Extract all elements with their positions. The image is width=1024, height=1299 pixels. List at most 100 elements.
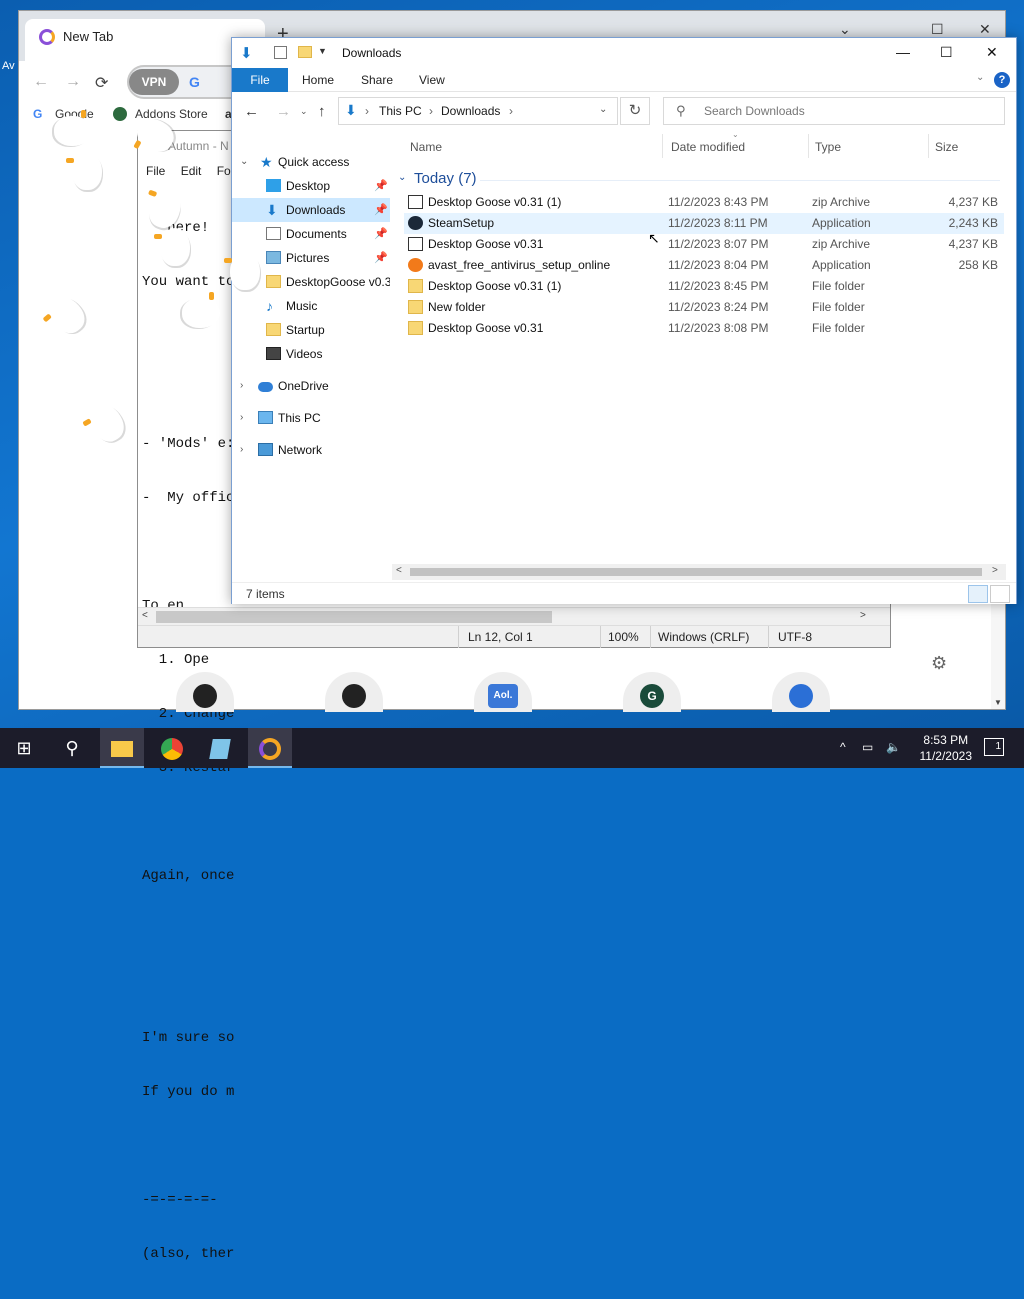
volume-muted-icon[interactable]: 🔈 (886, 740, 901, 754)
search-icon[interactable]: ⚲ (50, 728, 94, 768)
address-dropdown-icon[interactable]: ⌄ (599, 104, 607, 115)
nav-label: OneDrive (278, 379, 329, 393)
back-icon[interactable]: ← (244, 103, 259, 120)
forward-icon[interactable]: → (276, 103, 291, 120)
scroll-left-icon[interactable]: < (396, 565, 402, 576)
browser-tab[interactable]: New Tab (25, 19, 265, 61)
ribbon-tab-file[interactable]: File (232, 68, 288, 92)
collapsed-chevron-icon[interactable]: › (240, 374, 243, 398)
file-row[interactable]: avast_free_antivirus_setup_online 11/2/2… (404, 255, 1004, 276)
browser-taskbar-icon[interactable] (248, 728, 292, 768)
explorer-close-button[interactable]: ✕ (986, 44, 998, 61)
vpn-button[interactable]: VPN (129, 69, 179, 95)
breadcrumb-this-pc[interactable]: This PC (379, 104, 422, 118)
file-row[interactable]: Desktop Goose v0.31 11/2/2023 8:07 PM zi… (404, 234, 1004, 255)
collapsed-chevron-icon[interactable]: › (240, 438, 243, 462)
zip-icon (408, 195, 423, 209)
forward-icon[interactable]: → (65, 73, 81, 91)
quick-download-icon[interactable]: ⬇ (240, 44, 253, 62)
back-icon[interactable]: ← (33, 73, 49, 91)
column-header-type[interactable]: Type (815, 140, 841, 154)
scroll-thumb[interactable] (410, 568, 982, 576)
notification-icon[interactable]: 1 (984, 738, 1004, 756)
browser-tab-search-icon[interactable]: ⌄ (839, 21, 851, 38)
sort-indicator-icon: ⌄ (732, 130, 739, 139)
notepad-horizontal-scrollbar[interactable]: < > (138, 607, 890, 625)
nav-label: Startup (286, 323, 325, 337)
new-folder-icon[interactable] (298, 46, 312, 58)
folder-icon (408, 300, 423, 314)
nav-documents[interactable]: Documents 📌 (232, 222, 390, 246)
group-collapse-icon[interactable]: ⌄ (398, 172, 406, 183)
scroll-right-icon[interactable]: > (992, 565, 998, 576)
nav-music[interactable]: ♪ Music (232, 294, 390, 318)
nav-quick-access[interactable]: ⌄ ★ Quick access (232, 150, 390, 174)
scroll-down-icon[interactable]: ▼ (994, 698, 1002, 707)
file-size: 258 KB (958, 258, 998, 272)
chrome-icon[interactable] (150, 728, 194, 768)
column-header-date[interactable]: Date modified (671, 140, 745, 154)
refresh-button[interactable]: ↻ (620, 97, 650, 125)
settings-gear-icon[interactable]: ⚙ (931, 653, 947, 674)
file-row[interactable]: Desktop Goose v0.31 (1) 11/2/2023 8:43 P… (404, 192, 1004, 213)
file-explorer-taskbar-icon[interactable] (100, 728, 144, 768)
browser-maximize-button[interactable]: ☐ (931, 21, 944, 38)
nav-label: Pictures (286, 251, 330, 265)
nav-this-pc[interactable]: › This PC (232, 406, 390, 430)
reload-icon[interactable]: ⟳ (95, 73, 108, 93)
help-icon[interactable]: ? (994, 72, 1010, 88)
file-row[interactable]: Desktop Goose v0.31 (1) 11/2/2023 8:45 P… (404, 276, 1004, 297)
group-header[interactable]: Today (7) (414, 170, 477, 187)
file-row[interactable]: New folder 11/2/2023 8:24 PM File folder (404, 297, 1004, 318)
address-bar[interactable]: ⬇ › This PC › Downloads › ⌄ (338, 97, 618, 125)
recent-locations-icon[interactable]: ⌄ (300, 106, 308, 117)
expand-ribbon-icon[interactable]: ⌄ (976, 72, 984, 83)
file-row[interactable]: Desktop Goose v0.31 11/2/2023 8:08 PM Fi… (404, 318, 1004, 339)
nav-label: Music (286, 299, 318, 313)
network-icon[interactable]: ▭ (862, 740, 873, 754)
scroll-right-icon[interactable]: > (860, 610, 866, 621)
nav-network[interactable]: › Network (232, 438, 390, 462)
scroll-left-icon[interactable]: < (142, 610, 148, 621)
nav-label: This PC (278, 411, 321, 425)
properties-icon[interactable] (274, 46, 287, 59)
browser-close-button[interactable]: ✕ (979, 21, 991, 38)
nav-videos[interactable]: Videos (232, 342, 390, 366)
nav-startup[interactable]: Startup (232, 318, 390, 342)
desktop-icon-label[interactable]: Av (2, 60, 15, 72)
notepad-menu-file[interactable]: File (146, 164, 165, 178)
explorer-minimize-button[interactable]: — (896, 44, 910, 60)
folder-icon (408, 279, 423, 293)
scroll-thumb[interactable] (156, 611, 552, 623)
explorer-maximize-button[interactable]: ☐ (940, 44, 953, 61)
column-header-size[interactable]: Size (935, 140, 958, 154)
ribbon-tab-view[interactable]: View (419, 73, 445, 87)
item-count: 7 items (246, 587, 285, 601)
notepad-taskbar-icon[interactable] (198, 728, 242, 768)
grammarly-icon: G (640, 684, 664, 708)
start-windows-icon[interactable]: ⊞ (2, 728, 46, 768)
tray-overflow-icon[interactable]: ^ (840, 740, 846, 754)
search-box[interactable]: ⚲ Search Downloads (663, 97, 1005, 125)
column-header-name[interactable]: Name (410, 140, 442, 154)
details-view-icon[interactable] (968, 585, 988, 603)
customize-toolbar-icon[interactable]: ▼ (318, 46, 327, 56)
ribbon-tab-share[interactable]: Share (361, 73, 393, 87)
nav-desktop[interactable]: Desktop 📌 (232, 174, 390, 198)
up-icon[interactable]: ↑ (318, 103, 326, 120)
collapsed-chevron-icon[interactable]: › (240, 406, 243, 430)
videos-icon (266, 347, 281, 360)
explorer-horizontal-scrollbar[interactable]: < > (392, 564, 1006, 580)
clock[interactable]: 8:53 PM 11/2/2023 (920, 732, 973, 764)
text-line (142, 327, 234, 345)
file-row[interactable]: SteamSetup 11/2/2023 8:11 PM Application… (404, 213, 1004, 234)
download-icon: ⬇ (266, 202, 278, 218)
ribbon-tab-home[interactable]: Home (302, 73, 334, 87)
nav-downloads[interactable]: ⬇ Downloads 📌 (232, 198, 390, 222)
text-line: - 'Mods' e: (142, 436, 235, 452)
large-icons-view-icon[interactable] (990, 585, 1010, 603)
breadcrumb-downloads[interactable]: Downloads (441, 104, 500, 118)
nav-onedrive[interactable]: › OneDrive (232, 374, 390, 398)
expanded-chevron-icon[interactable]: ⌄ (240, 150, 248, 174)
notepad-menu-edit[interactable]: Edit (181, 164, 202, 178)
